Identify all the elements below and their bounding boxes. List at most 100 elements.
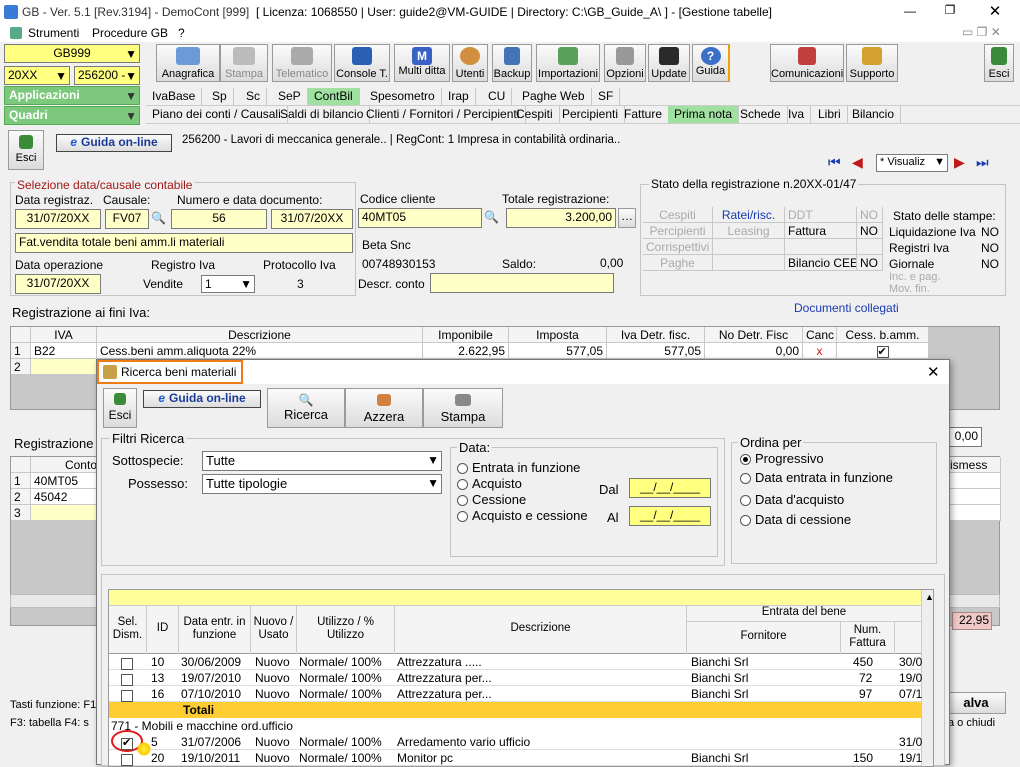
tab-fatture[interactable]: Fatture bbox=[618, 106, 670, 123]
row-select-checkbox[interactable] bbox=[121, 752, 133, 766]
tab-piano-conti[interactable]: Piano dei conti / Causali bbox=[146, 106, 288, 123]
dal-field[interactable]: __/__/____ bbox=[629, 478, 711, 498]
prev-record-icon[interactable]: ◀ bbox=[852, 154, 863, 171]
tab-sf[interactable]: SF bbox=[592, 88, 621, 105]
grid-row[interactable]: 13 19/07/2010 Nuovo Normale/ 100% Attrez… bbox=[109, 670, 922, 686]
guida-button[interactable]: ? Guida bbox=[692, 44, 730, 82]
tab-percipienti[interactable]: Percipienti bbox=[556, 106, 626, 123]
stampa-dialog-button[interactable]: Stampa bbox=[423, 388, 503, 428]
next-record-icon[interactable]: ▶ bbox=[954, 154, 965, 171]
row-select-checkbox[interactable] bbox=[121, 656, 133, 670]
data-reg-field[interactable]: 31/07/20XX bbox=[15, 209, 101, 229]
dialog-esci-button[interactable]: Esci bbox=[103, 388, 137, 428]
ricerca-button[interactable]: 🔍 Ricerca bbox=[267, 388, 345, 428]
grid-scrollbar[interactable]: ▲ bbox=[921, 590, 933, 766]
grid-row[interactable]: 16 07/10/2010 Nuovo Normale/ 100% Attrez… bbox=[109, 686, 922, 702]
causale-search-icon[interactable]: 🔍 bbox=[151, 211, 167, 227]
tab-sp[interactable]: Sp bbox=[206, 88, 234, 105]
mdi-controls[interactable]: ▭ ❐ ✕ bbox=[962, 25, 1001, 39]
data-doc-field[interactable]: 31/07/20XX bbox=[271, 209, 353, 229]
documenti-collegati-link[interactable]: Documenti collegati bbox=[794, 301, 899, 315]
tab-cu[interactable]: CU bbox=[482, 88, 513, 105]
iva-row-2-iva[interactable] bbox=[31, 359, 97, 375]
ordina-progressivo[interactable]: Progressivo bbox=[740, 451, 824, 466]
radio-acquisto[interactable]: Acquisto bbox=[457, 476, 522, 491]
radio-acquisto-indicator[interactable] bbox=[457, 479, 468, 491]
iva-row-1-imponibile[interactable]: 2.622,95 bbox=[423, 343, 509, 359]
restore-icon[interactable]: ❐ bbox=[940, 3, 960, 17]
tab-sep[interactable]: SeP bbox=[272, 88, 308, 105]
ordina-acquisto-indicator[interactable] bbox=[740, 495, 751, 507]
guida-online-button[interactable]: e Guida on-line bbox=[56, 134, 172, 152]
first-record-icon[interactable]: ⏮ bbox=[828, 154, 841, 171]
update-button[interactable]: Update bbox=[648, 44, 690, 82]
esci-button[interactable]: Esci bbox=[8, 130, 44, 170]
scroll-up-icon[interactable]: ▲ bbox=[925, 592, 933, 602]
iva-row-1-iva[interactable]: B22 bbox=[31, 343, 97, 359]
stampa-button[interactable]: Stampa bbox=[220, 44, 268, 82]
tab-schede[interactable]: Schede bbox=[734, 106, 788, 123]
radio-entrata-indicator[interactable] bbox=[457, 463, 468, 475]
tab-spesometro[interactable]: Spesometro bbox=[364, 88, 442, 105]
reg2-row-1-conto[interactable]: 40MT05 bbox=[31, 473, 101, 489]
tab-irap[interactable]: Irap bbox=[442, 88, 476, 105]
dialog-close-icon[interactable]: ✕ bbox=[927, 363, 940, 381]
menu-strumenti[interactable]: Strumenti bbox=[28, 26, 79, 40]
year-select[interactable]: 20XX ▼ bbox=[4, 66, 70, 85]
radio-acquisto-cessione-indicator[interactable] bbox=[457, 511, 468, 523]
iva-row-1-nodetr[interactable]: 0,00 bbox=[705, 343, 803, 359]
close-icon[interactable]: ✕ bbox=[985, 2, 1005, 20]
iva-row-1-cess[interactable] bbox=[837, 343, 929, 359]
menu-help[interactable]: ? bbox=[178, 26, 185, 40]
cliente-search-icon[interactable]: 🔍 bbox=[484, 210, 499, 224]
tab-sc[interactable]: Sc bbox=[240, 88, 268, 105]
ordina-acquisto[interactable]: Data d'acquisto bbox=[740, 492, 844, 507]
telematico-button[interactable]: Telematico bbox=[272, 44, 332, 82]
supporto-button[interactable]: Supporto bbox=[846, 44, 898, 82]
menu-procedure-gb[interactable]: Procedure GB bbox=[92, 26, 168, 40]
importazioni-button[interactable]: Importazioni bbox=[536, 44, 600, 82]
grid-row[interactable]: 20 19/10/2011 Nuovo Normale/ 100% Monito… bbox=[109, 750, 922, 766]
tab-contbil[interactable]: ContBil bbox=[308, 88, 360, 105]
descrizione-field[interactable]: Fat.vendita totale beni amm.li materiali bbox=[15, 233, 353, 253]
registro-select[interactable]: 1 ▼ bbox=[201, 275, 255, 293]
ordina-entrata-indicator[interactable] bbox=[740, 473, 751, 485]
grid-row[interactable]: 5 31/07/2006 Nuovo Normale/ 100% Arredam… bbox=[109, 730, 922, 752]
esci-main-button[interactable]: Esci bbox=[984, 44, 1014, 82]
al-field[interactable]: __/__/____ bbox=[629, 506, 711, 526]
ordina-entrata[interactable]: Data entrata in funzione bbox=[740, 470, 893, 485]
codice-cliente-field[interactable]: 40MT05 bbox=[358, 208, 482, 228]
tab-prima-nota[interactable]: Prima nota bbox=[668, 106, 740, 123]
grid-row[interactable]: 10 30/06/2009 Nuovo Normale/ 100% Attrez… bbox=[109, 654, 922, 670]
console-button[interactable]: Console T. bbox=[334, 44, 390, 82]
possesso-select[interactable]: Tutte tipologie ▼ bbox=[202, 474, 442, 494]
reg2-row-2-conto[interactable]: 45042 bbox=[31, 489, 101, 505]
sottospecie-select[interactable]: Tutte ▼ bbox=[202, 451, 442, 471]
comunicazioni-button[interactable]: Comunicazioni bbox=[770, 44, 844, 82]
opzioni-button[interactable]: Opzioni bbox=[604, 44, 646, 82]
azzera-button[interactable]: Azzera bbox=[345, 388, 423, 428]
ordina-cessione-indicator[interactable] bbox=[740, 515, 751, 527]
tab-clienti-fornitori[interactable]: Clienti / Fornitori / Percipienti bbox=[360, 106, 527, 123]
radio-entrata[interactable]: Entrata in funzione bbox=[457, 460, 580, 475]
tab-bilancio[interactable]: Bilancio bbox=[846, 106, 902, 123]
tab-saldi-bilancio[interactable]: Saldi di bilancio bbox=[274, 106, 371, 123]
iva-row-1-descr[interactable]: Cess.beni amm.aliquota 22% bbox=[97, 343, 423, 359]
cess-checkbox[interactable] bbox=[876, 344, 889, 358]
tab-ivabase[interactable]: IvaBase bbox=[146, 88, 203, 105]
backup-button[interactable]: Backup bbox=[492, 44, 532, 82]
iva-row-1-detr[interactable]: 577,05 bbox=[607, 343, 705, 359]
reg2-row-3-conto[interactable] bbox=[31, 505, 101, 521]
iva-row-1-canc[interactable]: x bbox=[803, 343, 837, 359]
iva-row-1-imposta[interactable]: 577,05 bbox=[509, 343, 607, 359]
minimize-icon[interactable]: — bbox=[900, 4, 920, 18]
company-code-select[interactable]: GB999 ▼ bbox=[4, 44, 140, 63]
totale-field[interactable]: 3.200,00 bbox=[506, 208, 616, 228]
row-select-checkbox[interactable] bbox=[121, 736, 133, 750]
applicazioni-select[interactable]: Applicazioni ▼ bbox=[4, 86, 140, 105]
utenti-button[interactable]: Utenti bbox=[452, 44, 488, 82]
tab-paghe-web[interactable]: Paghe Web bbox=[516, 88, 592, 105]
salva-button[interactable]: alva bbox=[946, 692, 1006, 714]
radio-cessione-indicator[interactable] bbox=[457, 495, 468, 507]
numero-field[interactable]: 56 bbox=[171, 209, 267, 229]
